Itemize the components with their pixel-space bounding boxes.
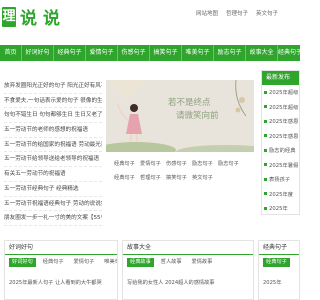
section-title: 故事大全 (123, 241, 253, 255)
section-item[interactable]: 写给我的女性人 2024超人的感情故事 (127, 279, 253, 286)
section-tabs: 经典句子 (263, 258, 299, 267)
bullet-icon (264, 192, 267, 196)
category-link[interactable]: 励志句子 (192, 160, 218, 167)
bullet-icon (264, 163, 267, 167)
bullet-icon (264, 206, 267, 210)
tab-love[interactable]: 爱情句子 (71, 258, 98, 267)
sidebar-item[interactable]: 励志的经典 (262, 143, 299, 158)
banner-caption-1: 若不是终点 (168, 98, 211, 108)
news-item[interactable]: 放弃发圈阳光正好的句子 阳光正好有风不 (4, 79, 102, 94)
bullet-icon (264, 177, 267, 181)
nav-item-classic[interactable]: 经典句子 (54, 45, 86, 61)
category-link[interactable]: 搞笑句子 (166, 174, 192, 181)
section-item[interactable]: 2025年最新人句子 让人看到的大牛都哭 (9, 279, 117, 286)
news-item[interactable]: 五一劳动节经典句子 经典精选 (4, 182, 102, 197)
nav-item-good-phrases[interactable]: 好词好句 (22, 45, 54, 61)
tab-love-stories[interactable]: 爱情故事 (189, 258, 216, 267)
news-item[interactable]: 句句不错生日 句句都够生日 生日又老了一 (4, 108, 102, 124)
sidebar-item-label: 2025年超级 (269, 90, 299, 97)
nav-item-home[interactable]: 首页 (0, 45, 22, 61)
category-link[interactable]: 经典句子 (114, 174, 140, 181)
sidebar-item-label: 2025年度 (269, 191, 294, 198)
nav-item-classic-2[interactable]: 经典句子 (278, 45, 300, 61)
sidebar-item[interactable]: 2025年超级 (262, 85, 299, 100)
category-link[interactable]: 励志句子 (218, 160, 244, 167)
nav-item-funny[interactable]: 搞笑句子 (150, 45, 182, 61)
sidebar-title: 最新发布 (262, 71, 299, 85)
top-link-philosophy[interactable]: 哲理句子 (226, 9, 248, 17)
sidebar-item[interactable]: 2025年超级 (262, 100, 299, 115)
category-link[interactable]: 爱情句子 (140, 160, 166, 167)
section-title: 经典句子 (259, 241, 299, 255)
sidebar-item[interactable]: 2025年 (262, 201, 299, 214)
sidebar-item-label: 2025年 (269, 206, 288, 213)
sidebar-item[interactable]: 2025年暑假 (262, 158, 299, 173)
category-row: 经典句子 哲理句子 搞笑句子 英文句子 (114, 170, 250, 184)
bullet-icon (264, 148, 267, 152)
bullet-icon (264, 105, 267, 109)
sidebar-item[interactable]: 2025年感恩 (262, 114, 299, 129)
section-item[interactable]: 2025年 (263, 279, 299, 286)
news-item[interactable]: 五一劳动节的给国家的祝福语 劳动最光荣 (4, 138, 102, 153)
category-link[interactable]: 经典句子 (114, 160, 140, 167)
news-item[interactable]: 有关五一劳动节的祝福语 (4, 167, 102, 182)
top-link-sitemap[interactable]: 网站地图 (196, 9, 218, 17)
tab-good-phrases[interactable]: 好词好句 (9, 258, 36, 267)
top-links: 网站地图 哲理句子 英文句子 (196, 9, 286, 17)
news-list: 放弃发圈阳光正好的句子 阳光正好有风不 不食爱夫,一句话表示爱的句子 很像的生活… (4, 79, 102, 226)
section-classic: 经典句子 经典句子 2025年 (258, 240, 300, 300)
news-item[interactable]: 五一劳动节给领导送给老领导的祝福语 (4, 152, 102, 168)
sidebar-item-label: 2025年感恩 (269, 119, 299, 126)
section-good-phrases: 好词好句 好词好句 经典句子 爱情句子 唯美句子 2025年最新人句子 让人看到… (4, 240, 118, 300)
bullet-icon (264, 90, 267, 94)
sidebar-item-label: 2025年感恩 (269, 133, 299, 140)
logo-mark: 理 (2, 6, 16, 27)
section-tabs: 好词好句 经典句子 爱情句子 唯美句子 (9, 258, 117, 267)
latest-sidebar: 最新发布 2025年超级 2025年超级 2025年感恩 2025年感恩 励志的… (261, 70, 300, 215)
sidebar-item[interactable]: 表扬孩子 (262, 172, 299, 187)
main-nav: 首页 好词好句 经典句子 爱情句子 伤感句子 搞笑句子 唯美句子 励志句子 故事… (0, 45, 300, 61)
sidebar-item-label: 励志的经典 (269, 148, 296, 155)
nav-item-stories[interactable]: 故事大全 (246, 45, 278, 61)
tab-classic-sentences[interactable]: 经典句子 (263, 258, 290, 267)
sidebar-item-label: 2025年暑假 (269, 162, 299, 169)
top-link-english[interactable]: 英文句子 (256, 9, 278, 17)
section-tabs: 经典故事 哲人故事 爱情故事 (127, 258, 253, 267)
section-stories: 故事大全 经典故事 哲人故事 爱情故事 写给我的女性人 2024超人的感情故事 (122, 240, 254, 300)
site-logo[interactable]: 理 说说 (2, 4, 66, 29)
category-link[interactable]: 英文句子 (192, 174, 218, 181)
category-links: 经典句子 爱情句子 伤感句子 励志句子 励志句子 经典句子 哲理句子 搞笑句子 … (114, 156, 250, 184)
nav-item-beautiful[interactable]: 唯美句子 (182, 45, 214, 61)
sidebar-item[interactable]: 2025年度 (262, 187, 299, 202)
banner-image[interactable]: 若不是终点 请微笑向前 (106, 80, 254, 152)
category-link[interactable]: 哲理句子 (140, 174, 166, 181)
tab-beautiful[interactable]: 唯美句子 (101, 258, 117, 267)
news-item[interactable]: 朋友圈发一步一礼一寸的美的文案【55句精 (4, 211, 102, 226)
sidebar-item-label: 2025年超级 (269, 104, 299, 111)
logo-name: 说说 (20, 9, 66, 29)
tab-philosopher-stories[interactable]: 哲人故事 (158, 258, 185, 267)
news-item[interactable]: 不食爱夫,一句话表示爱的句子 很像的生活 (4, 94, 102, 109)
tab-classic-stories[interactable]: 经典故事 (127, 258, 154, 267)
bullet-icon (264, 119, 267, 123)
sidebar-item-label: 表扬孩子 (269, 177, 291, 184)
nav-item-inspirational[interactable]: 励志句子 (214, 45, 246, 61)
category-link[interactable]: 伤感句子 (166, 160, 192, 167)
sidebar-item[interactable]: 2025年感恩 (262, 129, 299, 144)
banner-caption-2: 请微笑向前 (176, 111, 219, 121)
tab-classic[interactable]: 经典句子 (40, 258, 67, 267)
site-header: 理 说说 网站地图 哲理句子 英文句子 (0, 0, 300, 42)
news-item[interactable]: 五一劳动节祝福语经典句子 劳动的说说集 (4, 197, 102, 212)
news-item[interactable]: 五一劳动节的老师的感想的祝福语 (4, 123, 102, 138)
category-row: 经典句子 爱情句子 伤感句子 励志句子 励志句子 (114, 156, 250, 170)
bullet-icon (264, 134, 267, 138)
nav-item-love[interactable]: 爱情句子 (86, 45, 118, 61)
nav-item-sad[interactable]: 伤感句子 (118, 45, 150, 61)
section-title: 好词好句 (5, 241, 117, 255)
